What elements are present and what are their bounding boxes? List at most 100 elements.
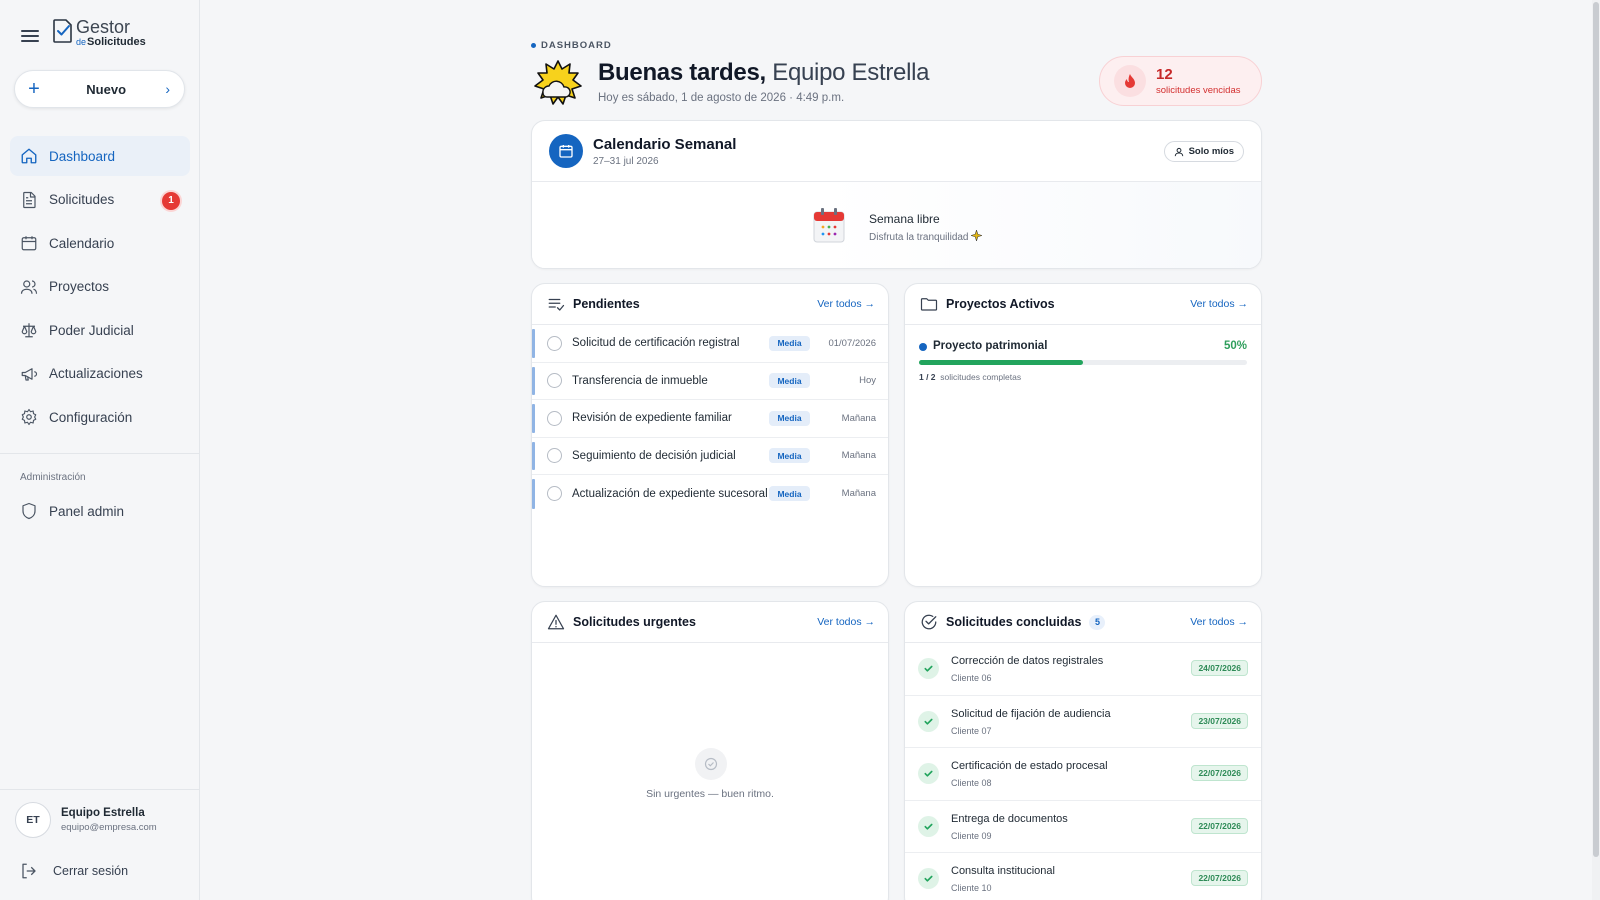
- completed-row[interactable]: Corrección de datos registrales Cliente …: [905, 643, 1261, 696]
- home-icon: [21, 148, 37, 164]
- projects-see-all-link[interactable]: Ver todos →: [1190, 298, 1248, 310]
- pending-row[interactable]: Transferencia de inmueble Media Hoy: [532, 363, 888, 400]
- sidebar-item-label: Dashboard: [49, 148, 116, 164]
- scale-icon: [21, 323, 37, 338]
- sidebar-item-dashboard[interactable]: Dashboard: [10, 136, 190, 176]
- check-circle-icon: [921, 614, 937, 630]
- active-projects-card: Proyectos Activos Ver todos → Proyecto p…: [904, 283, 1262, 587]
- checkbox[interactable]: [547, 335, 562, 351]
- admin-section-title: Administración: [20, 472, 86, 483]
- completed-row[interactable]: Solicitud de fijación de audiencia Clien…: [905, 696, 1261, 748]
- sidebar-item-label: Actualizaciones: [49, 366, 143, 381]
- pending-title: Pendientes: [573, 297, 640, 311]
- sidebar-item-actualizaciones[interactable]: Actualizaciones: [10, 354, 190, 394]
- pending-row[interactable]: Solicitud de certificación registral Medi…: [532, 325, 888, 363]
- pending-card: Pendientes Ver todos → Solicitud de cert…: [531, 283, 889, 587]
- checkbox[interactable]: [547, 410, 562, 426]
- sparkle-icon: [971, 230, 983, 241]
- greeting-text: Buenas tardes,: [598, 59, 766, 86]
- folder-icon: [920, 298, 938, 311]
- pending-row[interactable]: Seguimiento de decisión judicial Media Mañ…: [532, 438, 888, 475]
- completed-client: Cliente 09: [951, 830, 992, 841]
- project-percent: 50%: [1223, 340, 1247, 352]
- sidebar-item-calendario[interactable]: Calendario: [10, 223, 190, 263]
- app-logo[interactable]: Gestor deSolicitudes: [52, 18, 146, 48]
- pending-row[interactable]: Revisión de expediente familiar Media Maña…: [532, 400, 888, 438]
- completed-name: Certificación de estado procesal: [951, 760, 1108, 772]
- logout-label: Cerrar sesión: [53, 864, 129, 878]
- free-week-title: Semana libre: [869, 212, 940, 226]
- check-icon: [918, 763, 939, 784]
- shield-icon: [22, 502, 36, 520]
- pending-row[interactable]: Actualización de expediente sucesoral Med…: [532, 475, 888, 513]
- completed-client: Cliente 10: [951, 883, 992, 893]
- completed-see-all-link[interactable]: Ver todos →: [1190, 616, 1248, 628]
- free-week-subtitle-text: Disfruta la tranquilidad: [869, 232, 969, 243]
- completed-row[interactable]: Entrega de documentos Cliente 09 22/07/2…: [905, 801, 1261, 853]
- new-button[interactable]: + Nuevo ›: [14, 70, 185, 108]
- check-icon: [918, 815, 939, 837]
- completed-client: Cliente 08: [951, 778, 992, 788]
- weekly-calendar-card: Calendario Semanal 27–31 jul 2026 Solo m…: [531, 120, 1262, 269]
- logout-button[interactable]: Cerrar sesión: [20, 862, 128, 880]
- completed-row[interactable]: Certificación de estado procesal Cliente…: [905, 748, 1261, 801]
- user-profile[interactable]: ET Equipo Estrella equipo@empresa.com: [15, 802, 157, 838]
- scrollbar-thumb[interactable]: [1593, 2, 1599, 857]
- pending-see-all-link[interactable]: Ver todos →: [817, 298, 875, 310]
- logo-de: de: [76, 37, 87, 47]
- pending-date: Mañana: [841, 412, 876, 424]
- overdue-badge[interactable]: 12 solicitudes vencidas: [1099, 56, 1262, 106]
- only-mine-filter-button[interactable]: Solo míos: [1163, 141, 1244, 162]
- page-title: Buenas tardes, Equipo Estrella: [598, 59, 929, 87]
- completed-requests-card: Solicitudes concluidas 5 Ver todos → Cor…: [904, 601, 1262, 900]
- priority-badge: Media: [769, 486, 810, 502]
- calendar-icon: [549, 134, 583, 168]
- pending-name: Revisión de expediente familiar: [572, 412, 732, 425]
- scrollbar[interactable]: [1592, 0, 1600, 900]
- menu-icon[interactable]: [19, 27, 41, 45]
- sidebar-item-panel-admin[interactable]: Panel admin: [10, 491, 190, 531]
- progress-fill: [919, 360, 1083, 365]
- sidebar-item-label: Proyectos: [49, 279, 110, 294]
- warning-icon: [547, 614, 565, 630]
- calendar-emoji-icon: [813, 208, 845, 243]
- divider: [0, 789, 200, 790]
- sidebar-item-solicitudes[interactable]: Solicitudes 1: [10, 180, 190, 220]
- completed-name: Corrección de datos registrales: [951, 655, 1104, 667]
- calendar-title: Calendario Semanal: [593, 135, 737, 153]
- plus-icon: +: [28, 78, 40, 100]
- user-icon: [1174, 147, 1183, 156]
- users-icon: [20, 279, 38, 294]
- date-line: Hoy es sábado, 1 de agosto de 2026 · 4:4…: [598, 92, 845, 104]
- calendar-icon: [21, 236, 37, 251]
- breadcrumb: DASHBOARD: [531, 40, 612, 51]
- sidebar-item-configuracion[interactable]: Configuración: [10, 397, 190, 437]
- project-name: Proyecto patrimonial: [933, 340, 1048, 352]
- user-name: Equipo Estrella: [61, 807, 145, 819]
- sidebar-item-label: Solicitudes: [49, 192, 115, 207]
- pending-date: Mañana: [841, 450, 876, 462]
- projects-title: Proyectos Activos: [946, 297, 1055, 311]
- flame-icon: [1125, 74, 1135, 88]
- completed-row[interactable]: Consulta institucional Cliente 10 22/07/…: [905, 853, 1261, 900]
- sidebar-item-poder-judicial[interactable]: Poder Judicial: [10, 310, 190, 350]
- pending-date: Hoy: [859, 375, 876, 387]
- checkbox[interactable]: [547, 448, 562, 464]
- logo-subtitle: Solicitudes: [87, 36, 146, 48]
- checkbox[interactable]: [547, 486, 562, 502]
- pending-name: Transferencia de inmueble: [572, 374, 708, 387]
- logo-title: Gestor: [76, 17, 131, 37]
- checkbox[interactable]: [547, 373, 562, 389]
- calendar-range: 27–31 jul 2026: [593, 155, 659, 167]
- pending-date: 01/07/2026: [828, 337, 876, 349]
- progress-bar: [919, 360, 1247, 365]
- project-dot: [919, 343, 927, 351]
- user-email: equipo@empresa.com: [61, 822, 157, 833]
- project-item[interactable]: Proyecto patrimonial 50% 1 / 2 solicitud…: [905, 325, 1261, 385]
- overdue-label: solicitudes vencidas: [1156, 84, 1241, 96]
- completed-date: 22/07/2026: [1191, 870, 1248, 886]
- avatar: ET: [15, 802, 51, 838]
- urgent-requests-card: Solicitudes urgentes Ver todos → Sin urg…: [531, 601, 889, 900]
- sidebar-item-proyectos[interactable]: Proyectos: [10, 267, 190, 307]
- urgent-see-all-link[interactable]: Ver todos →: [817, 616, 875, 628]
